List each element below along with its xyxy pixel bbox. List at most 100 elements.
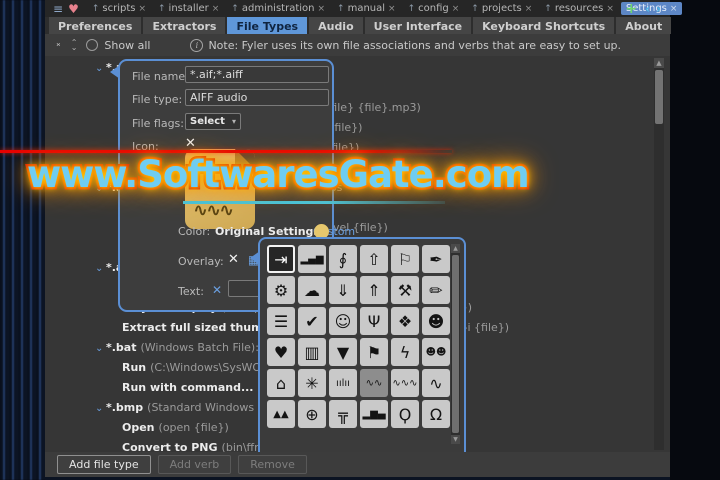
mountains-icon[interactable]: ▲▲ (267, 400, 295, 428)
tab-keyboard-shortcuts[interactable]: Keyboard Shortcuts (473, 17, 615, 34)
flag-icon[interactable]: ⚑ (360, 338, 388, 366)
file-name-input[interactable] (185, 66, 329, 83)
person-icon-glyph: ☻ (427, 311, 445, 331)
expand-all-icon[interactable]: ⌃ ⌄ (71, 39, 78, 52)
add-file-type-button[interactable]: Add file type (57, 455, 151, 474)
wrench-icon[interactable]: ⚙ (267, 276, 295, 304)
paint-brush-icon[interactable]: ✒ (422, 245, 450, 273)
sitemap-icon[interactable]: ╦ (329, 400, 357, 428)
document-tab-projects[interactable]: ↑ projects × (466, 2, 537, 15)
picker-scrollbar-thumb[interactable] (452, 255, 459, 433)
tab-about[interactable]: About (616, 17, 672, 34)
waveform-bars-icon[interactable]: ıılıı (329, 369, 357, 397)
tab-close-icon[interactable]: × (388, 4, 396, 14)
desktop: ≡ ♥ ↑ scripts × ↑ installer × ↑ administration ×… (0, 0, 720, 480)
cloud-download-icon[interactable]: ⇓ (329, 276, 357, 304)
chevron-down-icon[interactable]: ⌄ (95, 399, 106, 418)
chart-columns-icon[interactable]: ▂▆▄ (360, 400, 388, 428)
document-tab-manual[interactable]: ↑ manual × (332, 2, 401, 15)
funnel-icon[interactable]: ▼ (329, 338, 357, 366)
add-verb-button[interactable]: Add verb (157, 455, 232, 474)
cloud-upload-icon[interactable]: ⇑ (360, 276, 388, 304)
waveform-icon-3[interactable]: ∿ (422, 369, 450, 397)
pencil-icon[interactable]: ✏ (422, 276, 450, 304)
trophy-icon[interactable]: Ψ (360, 307, 388, 335)
tab-preferences[interactable]: Preferences (49, 17, 142, 34)
show-all-radio[interactable] (86, 39, 99, 51)
tab-label: resources (554, 3, 604, 14)
lock-icon[interactable]: Ω (422, 400, 450, 428)
chevron-down-icon[interactable]: ⌄ (95, 339, 106, 358)
tab-label: projects (481, 3, 522, 14)
tab-close-icon[interactable]: × (606, 4, 614, 14)
tab-audio[interactable]: Audio (309, 17, 363, 34)
overlay-clear-icon[interactable]: ✕ (228, 252, 239, 267)
globe-icon[interactable]: ⊕ (298, 400, 326, 428)
puzzle-icon[interactable]: ❖ (391, 307, 419, 335)
waveform-icon-1[interactable]: ∿∿ (360, 369, 388, 397)
file-flags-select[interactable]: Select ▾ (185, 113, 241, 130)
tab-close-icon[interactable]: × (317, 4, 325, 14)
collapse-all-icon[interactable]: ⌄ ⌃ (55, 39, 62, 52)
tab-user-interface[interactable]: User Interface (364, 17, 472, 34)
tab-close-icon[interactable]: × (670, 4, 678, 14)
chevron-down-icon[interactable]: ⌄ (95, 259, 106, 278)
database-icon[interactable]: ☰ (267, 307, 295, 335)
bolt-icon[interactable]: ϟ (391, 338, 419, 366)
file-name-label: File name: (132, 70, 189, 83)
heart-icon[interactable]: ♥ (267, 338, 295, 366)
new-tab-button[interactable]: + (625, 2, 637, 16)
tab-close-icon[interactable]: × (452, 4, 460, 14)
tab-close-icon[interactable]: × (138, 4, 146, 14)
heart-icon[interactable]: ♥ (68, 3, 79, 15)
scroll-up-icon[interactable]: ▲ (654, 58, 664, 68)
check-icon-glyph: ✔ (305, 311, 319, 331)
bar-chart-icon[interactable]: ▂▄▆ (298, 245, 326, 273)
house-icon[interactable]: ⌂ (267, 369, 295, 397)
waveform-icon-2[interactable]: ∿∿∿ (391, 369, 419, 397)
document-tab-bar: ≡ ♥ ↑ scripts × ↑ installer × ↑ administration ×… (45, 0, 683, 17)
remove-button[interactable]: Remove (238, 455, 307, 474)
document-tab-installer[interactable]: ↑ installer × (153, 2, 224, 15)
tab-extractors[interactable]: Extractors (143, 17, 226, 34)
cloud-icon[interactable]: ☁ (298, 276, 326, 304)
picker-scroll-down-icon[interactable]: ▼ (451, 435, 460, 444)
upload-icon[interactable]: ⇧ (360, 245, 388, 273)
tab-close-icon[interactable]: × (212, 4, 220, 14)
document-tab-scripts[interactable]: ↑ scripts × (87, 2, 151, 15)
tab-label: config (418, 3, 449, 14)
tab-file-types[interactable]: File Types (227, 17, 308, 34)
document-tab-resources[interactable]: ↑ resources × (539, 2, 619, 15)
smiley-icon[interactable]: ☺ (329, 307, 357, 335)
paperclip-icon[interactable]: ∮ (329, 245, 357, 273)
waveform-bars-icon-glyph: ıılıı (336, 377, 350, 389)
document-tab-administration[interactable]: ↑ administration × (226, 2, 330, 15)
people-icon[interactable]: ☻☻ (422, 338, 450, 366)
film-icon[interactable]: ▥ (298, 338, 326, 366)
picker-scroll-up-icon[interactable]: ▲ (451, 244, 460, 253)
nav-forward-button[interactable]: › (656, 3, 661, 15)
chevron-down-icon[interactable]: ⌄ (95, 59, 106, 78)
molecule-icon[interactable]: ✳ (298, 369, 326, 397)
bookmark-icon-glyph: ⚐ (397, 249, 413, 269)
tree-item-name: *.bat (106, 341, 137, 354)
text-clear-icon[interactable]: ✕ (212, 283, 222, 297)
tools-icon[interactable]: ⚒ (391, 276, 419, 304)
tab-pin-arrow-icon: ↑ (158, 3, 166, 14)
tab-close-icon[interactable]: × (525, 4, 533, 14)
tab-pin-arrow-icon: ↑ (471, 3, 479, 14)
bookmark-icon[interactable]: ⚐ (391, 245, 419, 273)
document-tab-config[interactable]: ↑ config × (403, 2, 465, 15)
check-icon[interactable]: ✔ (298, 307, 326, 335)
bulb-icon[interactable]: Ϙ (391, 400, 419, 428)
bar-chart-icon-glyph: ▂▄▆ (300, 253, 324, 265)
menu-icon[interactable]: ≡ (53, 3, 63, 15)
person-icon[interactable]: ☻ (422, 307, 450, 335)
nav-back-button[interactable]: ‹ (645, 3, 650, 15)
file-type-input[interactable] (185, 89, 329, 106)
flag-icon-glyph: ⚑ (366, 342, 382, 362)
paint-brush-icon-glyph: ✒ (429, 249, 443, 269)
main-scrollbar-thumb[interactable] (655, 70, 663, 124)
tree-item-name: *.bmp (106, 401, 144, 414)
sign-in-icon[interactable]: ⇥ (267, 245, 295, 273)
